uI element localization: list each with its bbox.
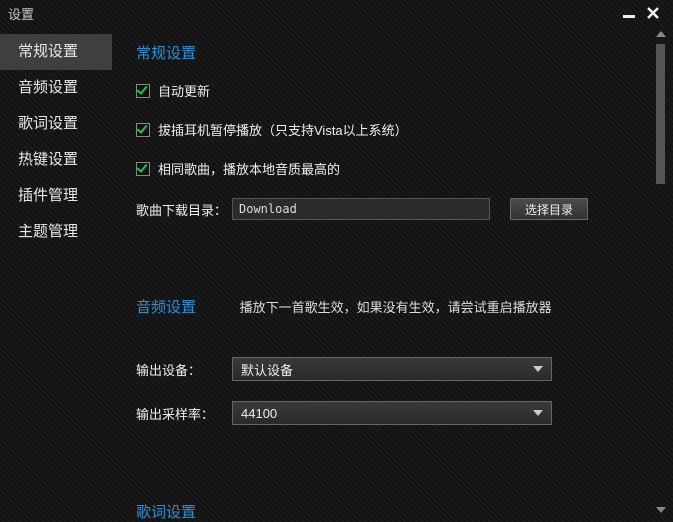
scroll-down-icon[interactable] bbox=[655, 504, 667, 516]
download-dir-label: 歌曲下载目录： bbox=[136, 200, 232, 219]
sidebar-item-label: 常规设置 bbox=[18, 43, 78, 60]
select-value: 44100 bbox=[241, 406, 277, 421]
checkbox-row-auto-update[interactable]: 自动更新 bbox=[136, 81, 643, 100]
sidebar-item-label: 歌词设置 bbox=[18, 115, 78, 132]
scroll-up-icon[interactable] bbox=[655, 28, 667, 40]
chevron-down-icon bbox=[533, 366, 543, 372]
window-title: 设置 bbox=[8, 4, 34, 23]
minimize-button[interactable] bbox=[617, 3, 641, 23]
sidebar-item-audio[interactable]: 音频设置 bbox=[0, 70, 112, 106]
sample-rate-select[interactable]: 44100 bbox=[232, 401, 552, 425]
sidebar-item-general[interactable]: 常规设置 bbox=[0, 34, 112, 70]
sidebar-item-plugins[interactable]: 插件管理 bbox=[0, 178, 112, 214]
content-scroll-area[interactable]: 常规设置 自动更新 拔插耳机暂停播放（只支持Vista以上系统） 相同歌曲，播放… bbox=[112, 28, 653, 522]
sidebar-item-hotkeys[interactable]: 热键设置 bbox=[0, 142, 112, 178]
choose-dir-button[interactable]: 选择目录 bbox=[510, 198, 588, 220]
checkbox-label: 相同歌曲，播放本地音质最高的 bbox=[158, 159, 340, 178]
output-device-select[interactable]: 默认设备 bbox=[232, 357, 552, 381]
section-title-general: 常规设置 bbox=[136, 42, 643, 63]
chevron-down-icon bbox=[533, 410, 543, 416]
checkbox-icon[interactable] bbox=[136, 123, 150, 137]
sidebar-item-label: 主题管理 bbox=[18, 223, 78, 240]
sidebar: 常规设置 音频设置 歌词设置 热键设置 插件管理 主题管理 bbox=[0, 28, 112, 522]
sidebar-item-label: 热键设置 bbox=[18, 151, 78, 168]
checkbox-label: 拔插耳机暂停播放（只支持Vista以上系统） bbox=[158, 120, 408, 139]
output-device-label: 输出设备： bbox=[136, 360, 232, 379]
checkbox-icon[interactable] bbox=[136, 84, 150, 98]
sidebar-item-themes[interactable]: 主题管理 bbox=[0, 214, 112, 250]
select-value: 默认设备 bbox=[241, 360, 293, 379]
section-title-lyrics: 歌词设置 bbox=[136, 501, 643, 522]
scroll-thumb[interactable] bbox=[656, 44, 665, 184]
sidebar-item-label: 音频设置 bbox=[18, 79, 78, 96]
checkbox-icon[interactable] bbox=[136, 162, 150, 176]
audio-hint: 播放下一首歌生效，如果没有生效，请尝试重启播放器 bbox=[240, 297, 552, 316]
checkbox-row-headphone-pause[interactable]: 拔插耳机暂停播放（只支持Vista以上系统） bbox=[136, 120, 643, 139]
section-title-audio: 音频设置 bbox=[136, 296, 196, 317]
checkbox-label: 自动更新 bbox=[158, 81, 210, 100]
sample-rate-label: 输出采样率： bbox=[136, 404, 232, 423]
checkbox-row-same-song-quality[interactable]: 相同歌曲，播放本地音质最高的 bbox=[136, 159, 643, 178]
sidebar-item-label: 插件管理 bbox=[18, 187, 78, 204]
titlebar: 设置 bbox=[0, 0, 673, 26]
scrollbar[interactable] bbox=[655, 28, 667, 516]
close-button[interactable] bbox=[641, 3, 665, 23]
sidebar-item-lyrics[interactable]: 歌词设置 bbox=[0, 106, 112, 142]
download-dir-input[interactable] bbox=[232, 198, 490, 220]
